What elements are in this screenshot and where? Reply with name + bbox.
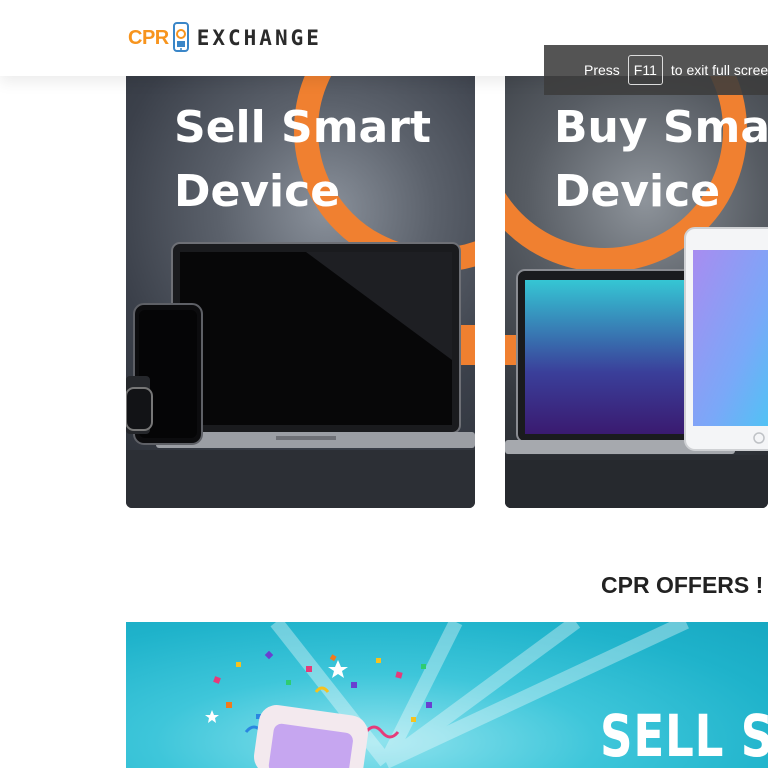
site-logo[interactable]: CPR EXCHANGE — [128, 20, 322, 56]
sell-smart-device-card[interactable]: Sell Smart Device — [126, 60, 475, 508]
offers-banner-text: SELL SM — [600, 702, 768, 768]
offers-heading: CPR OFFERS ! — [601, 572, 764, 598]
sell-card-title-line2: Device — [174, 166, 341, 217]
fullscreen-notice-suffix: to exit full scree — [670, 62, 768, 78]
buy-smart-device-card[interactable]: Buy Smart Device — [505, 60, 768, 508]
buy-card-title-line2: Device — [554, 166, 721, 217]
fullscreen-notice-prefix: Press — [584, 62, 620, 78]
offers-banner[interactable]: SELL SM — [126, 622, 768, 768]
sell-card-title: Sell Smart Device — [174, 96, 431, 224]
buy-card-title: Buy Smart Device — [554, 96, 768, 224]
logo-cpr-text: CPR — [128, 26, 169, 49]
buy-card-title-line1: Buy Smart — [554, 102, 768, 153]
fullscreen-key-badge: F11 — [627, 55, 663, 85]
sell-card-title-line1: Sell Smart — [174, 102, 431, 153]
logo-exchange-text: EXCHANGE — [196, 26, 322, 50]
phone-recycle-icon — [171, 22, 191, 54]
fullscreen-exit-notice: Press F11 to exit full scree — [544, 45, 768, 95]
